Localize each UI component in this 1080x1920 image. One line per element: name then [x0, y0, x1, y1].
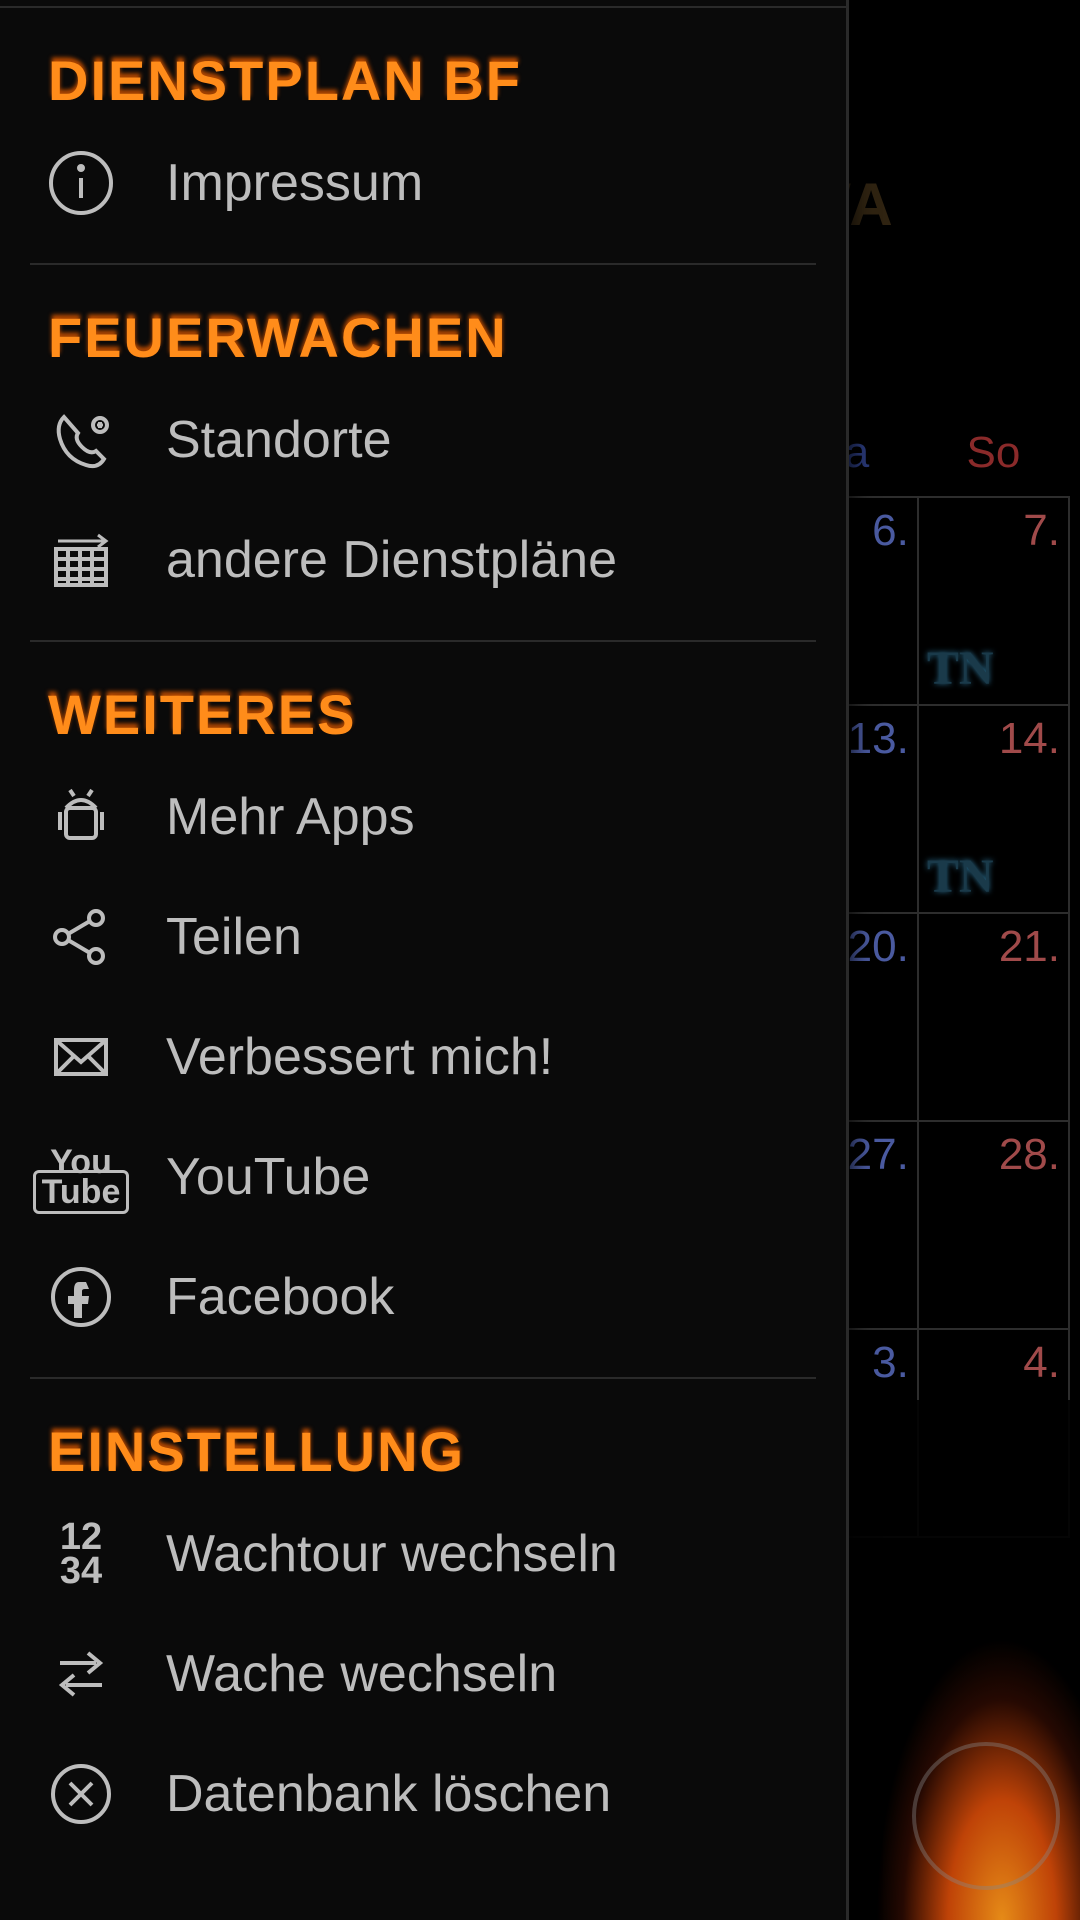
- menu-item-label: Impressum: [124, 153, 423, 213]
- menu-item-impressum[interactable]: Impressum: [0, 123, 846, 243]
- share-icon: [38, 894, 124, 980]
- mascot-decoration: [912, 1742, 1060, 1890]
- schedule-icon: [38, 517, 124, 603]
- calendar-cell[interactable]: 14.TN: [918, 705, 1069, 913]
- menu-item-mehr-apps[interactable]: Mehr Apps: [0, 757, 846, 877]
- section-header-einstellung: EINSTELLUNG: [0, 1379, 846, 1494]
- menu-item-datenbank-loeschen[interactable]: Datenbank löschen: [0, 1734, 846, 1854]
- facebook-icon: [38, 1254, 124, 1340]
- mail-icon: [38, 1014, 124, 1100]
- phone-icon: [38, 397, 124, 483]
- android-icon: [38, 774, 124, 860]
- info-icon: [38, 140, 124, 226]
- navigation-drawer: DIENSTPLAN BF Impressum FEUERWACHEN Stan…: [0, 0, 849, 1920]
- calendar-cell[interactable]: 28.: [918, 1121, 1069, 1329]
- menu-item-label: Verbessert mich!: [124, 1027, 553, 1087]
- calendar-cell[interactable]: 7.TN: [918, 497, 1069, 705]
- menu-item-label: Facebook: [124, 1267, 394, 1327]
- section-header-feuerwachen: FEUERWACHEN: [0, 265, 846, 380]
- weekday-header: So: [918, 420, 1069, 497]
- menu-item-label: andere Dienstpläne: [124, 530, 617, 590]
- menu-item-standorte[interactable]: Standorte: [0, 380, 846, 500]
- menu-item-teilen[interactable]: Teilen: [0, 877, 846, 997]
- menu-item-andere-dienstplaene[interactable]: andere Dienstpläne: [0, 500, 846, 620]
- menu-item-label: Mehr Apps: [124, 787, 415, 847]
- calendar-cell[interactable]: 21.: [918, 913, 1069, 1121]
- menu-item-youtube[interactable]: YouTube YouTube: [0, 1117, 846, 1237]
- menu-item-label: Teilen: [124, 907, 302, 967]
- youtube-icon: YouTube: [38, 1134, 124, 1220]
- menu-item-wachtour-wechseln[interactable]: 1234 Wachtour wechseln: [0, 1494, 846, 1614]
- numbers-icon: 1234: [38, 1511, 124, 1597]
- delete-icon: [38, 1751, 124, 1837]
- menu-item-facebook[interactable]: Facebook: [0, 1237, 846, 1357]
- section-header-dienstplan: DIENSTPLAN BF: [0, 8, 846, 123]
- menu-item-label: Wache wechseln: [124, 1644, 557, 1704]
- menu-item-label: YouTube: [124, 1147, 370, 1207]
- menu-item-wache-wechseln[interactable]: Wache wechseln: [0, 1614, 846, 1734]
- menu-item-verbessert-mich[interactable]: Verbessert mich!: [0, 997, 846, 1117]
- menu-item-label: Datenbank löschen: [124, 1764, 611, 1824]
- section-header-weiteres: WEITERES: [0, 642, 846, 757]
- menu-item-label: Wachtour wechseln: [124, 1524, 618, 1584]
- swap-icon: [38, 1631, 124, 1717]
- menu-item-label: Standorte: [124, 410, 392, 470]
